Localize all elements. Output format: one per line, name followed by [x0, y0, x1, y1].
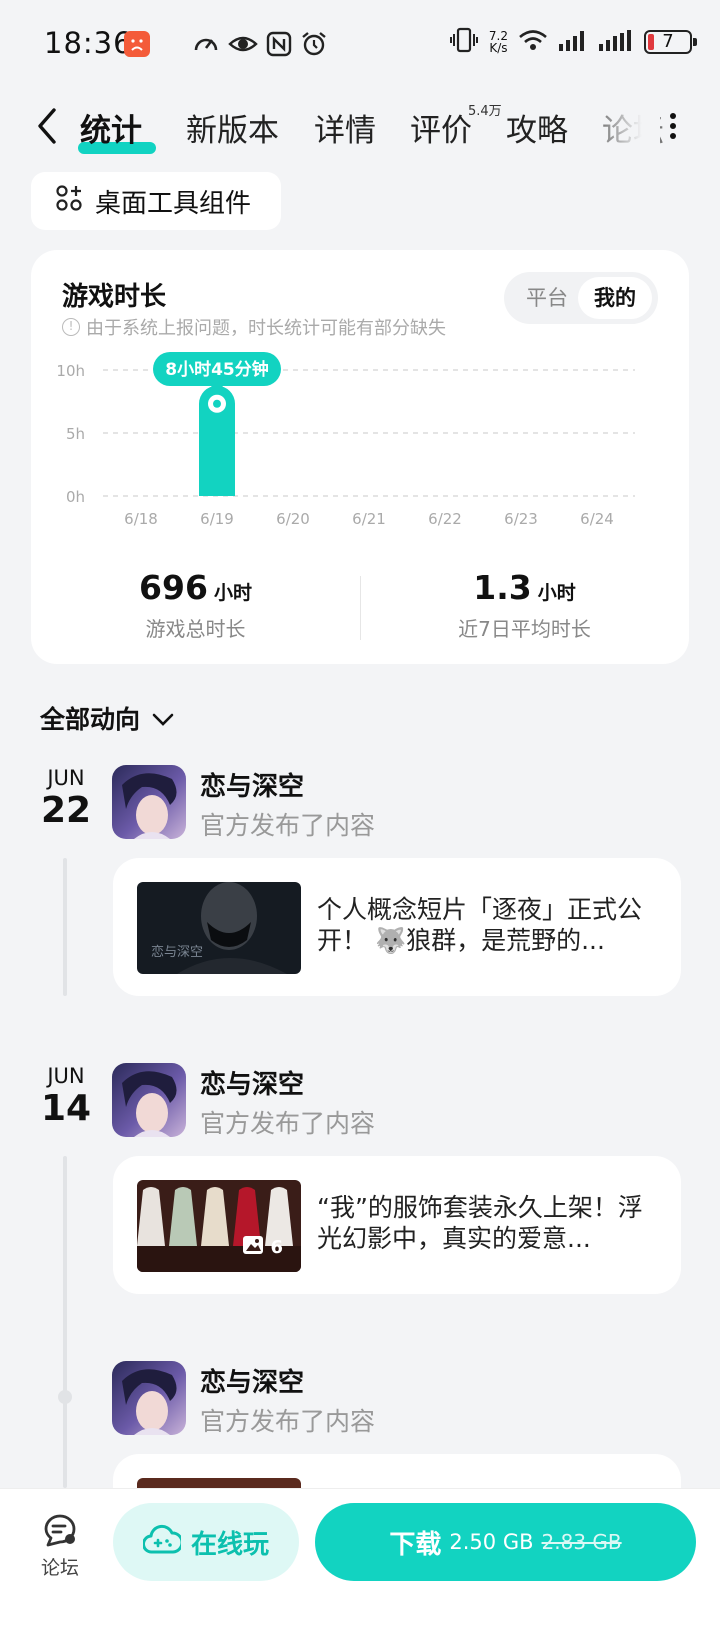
feed-filter-label: 全部动向	[40, 705, 141, 734]
game-avatar[interactable]	[112, 765, 186, 839]
net-speed-unit: K/s	[489, 41, 508, 55]
game-avatar[interactable]	[112, 1361, 186, 1435]
wifi-icon	[518, 28, 548, 56]
app-alert-icon	[124, 31, 150, 57]
svg-text:恋与深空: 恋与深空	[151, 944, 203, 960]
post-action: 官方发布了内容	[200, 1407, 376, 1436]
total-hours-label: 游戏总时长	[145, 617, 246, 641]
playtime-note: ! 由于系统上报问题，时长统计可能有部分缺失	[62, 314, 446, 340]
download-size: 2.50 GB	[449, 1530, 534, 1554]
back-arrow-icon[interactable]	[30, 106, 66, 146]
signal-icon-2	[598, 29, 634, 55]
play-online-button[interactable]: 在线玩	[113, 1503, 299, 1581]
chart-x-tick-label: 6/18	[124, 510, 158, 528]
bottom-action-bar: 论坛 在线玩 下载 2.50 GB 2.83 GB	[0, 1488, 720, 1625]
chart-y-tick-label: 10h	[56, 362, 85, 380]
post-action: 官方发布了内容	[200, 1109, 376, 1138]
review-count-badge: 5.4万	[468, 104, 502, 119]
status-bar: 18:36 7.2 K/s 7	[0, 0, 720, 92]
status-time: 18:36	[44, 26, 133, 60]
tab-fade	[600, 92, 660, 164]
avg-hours-value: 1.3	[473, 568, 532, 607]
chart-y-tick-label: 0h	[66, 488, 85, 506]
avg-hours-unit: 小时	[537, 582, 576, 604]
tab-reviews[interactable]: 评价	[410, 105, 472, 150]
post-author[interactable]: 恋与深空	[200, 1362, 304, 1399]
speed-icon	[192, 30, 220, 62]
forum-label: 论坛	[40, 1557, 79, 1579]
nfc-icon	[266, 30, 292, 62]
download-label: 下载	[389, 1529, 442, 1560]
total-hours-unit: 小时	[213, 582, 252, 604]
chart-x-tick-label: 6/19	[200, 510, 234, 528]
image-icon	[242, 1235, 264, 1260]
post-text: “我”的服饰套装永久上架！浮光幻影中，真实的爱意...	[317, 1193, 643, 1253]
forum-button[interactable]: 论坛	[30, 1509, 90, 1589]
post-author[interactable]: 恋与深空	[200, 766, 304, 803]
platform-mine-toggle: 平台 我的	[504, 272, 658, 324]
battery-level: 7	[662, 31, 674, 52]
post-thumbnail: 恋与深空	[137, 882, 301, 974]
more-vertical-icon[interactable]	[666, 110, 680, 142]
widget-label: 桌面工具组件	[95, 188, 252, 219]
chart-x-tick-label: 6/21	[352, 510, 386, 528]
image-count-value: 6	[270, 1237, 283, 1258]
chart-y-tick-label: 5h	[66, 425, 85, 443]
battery-icon: 7	[644, 30, 697, 54]
timeline-dot	[58, 1390, 72, 1404]
playtime-card: 游戏时长 ! 由于系统上报问题，时长统计可能有部分缺失 平台 我的 0h 5h 10…	[31, 250, 689, 664]
top-nav: 统计 新版本 详情 评价 5.4万 攻略 论坛	[0, 92, 720, 164]
chevron-down-icon	[152, 704, 174, 733]
tab-new-version[interactable]: 新版本	[186, 105, 279, 150]
chart-x-tick-label: 6/23	[504, 510, 538, 528]
chart-x-tick-label: 6/24	[580, 510, 614, 528]
alarm-icon	[300, 30, 328, 62]
net-speed: 7.2 K/s	[489, 30, 508, 54]
play-online-label: 在线玩	[190, 1529, 269, 1560]
info-icon: !	[62, 318, 80, 336]
post-action: 官方发布了内容	[200, 811, 376, 840]
post-thumbnail: 6	[137, 1180, 301, 1272]
forum-chat-icon	[30, 1509, 90, 1553]
post-month: JUN	[47, 1064, 85, 1088]
image-count: 6	[242, 1235, 283, 1260]
download-old-size: 2.83 GB	[541, 1530, 622, 1554]
playtime-note-text: 由于系统上报问题，时长统计可能有部分缺失	[86, 318, 446, 339]
post-card[interactable]: 6 “我”的服饰套装永久上架！浮光幻影中，真实的爱意...	[113, 1156, 681, 1294]
tab-details[interactable]: 详情	[314, 105, 376, 150]
widget-grid-icon	[55, 184, 83, 219]
post-month: JUN	[47, 766, 85, 790]
post-day: 14	[40, 1088, 92, 1129]
chart-bar-marker-dot	[213, 399, 221, 408]
timeline-line	[63, 1156, 67, 1488]
eye-icon	[228, 30, 258, 62]
playtime-title: 游戏时长	[62, 282, 167, 312]
toggle-mine[interactable]: 我的	[578, 277, 652, 319]
total-hours-value: 696	[139, 568, 208, 607]
download-button[interactable]: 下载 2.50 GB 2.83 GB	[315, 1503, 696, 1581]
desktop-widget-button[interactable]: 桌面工具组件	[31, 172, 281, 230]
chart-tooltip-label: 8小时45分钟	[165, 359, 269, 380]
playtime-summary: 696 小时 游戏总时长 1.3 小时 近7日平均时长	[31, 568, 689, 648]
tab-stats[interactable]: 统计	[80, 105, 142, 150]
total-playtime: 696 小时 游戏总时长	[31, 568, 360, 642]
tab-guides[interactable]: 攻略	[506, 105, 568, 150]
feed-filter-dropdown[interactable]: 全部动向	[40, 700, 174, 736]
signal-icon	[558, 29, 588, 55]
post-author[interactable]: 恋与深空	[200, 1064, 304, 1101]
post-card[interactable]: 恋与深空 个人概念短片「逐夜」正式公开！ 🐺狼群，是荒野的...	[113, 858, 681, 996]
chart-x-tick-label: 6/22	[428, 510, 462, 528]
timeline-line	[63, 858, 67, 996]
chart-x-tick-label: 6/20	[276, 510, 310, 528]
avg-playtime: 1.3 小时 近7日平均时长	[360, 568, 689, 642]
post-day: 22	[40, 790, 92, 831]
vibrate-icon	[449, 27, 479, 57]
playtime-chart: 0h 5h 10h 6/18 6/19 6/20 6/21 6/22 6/23 6/24 8小时45…	[56, 352, 635, 528]
game-avatar[interactable]	[112, 1063, 186, 1137]
post-text: 个人概念短片「逐夜」正式公开！ 🐺狼群，是荒野的...	[317, 895, 643, 955]
toggle-platform[interactable]: 平台	[510, 277, 584, 319]
avg-hours-label: 近7日平均时长	[458, 617, 591, 641]
cloud-gamepad-icon	[141, 1524, 184, 1561]
